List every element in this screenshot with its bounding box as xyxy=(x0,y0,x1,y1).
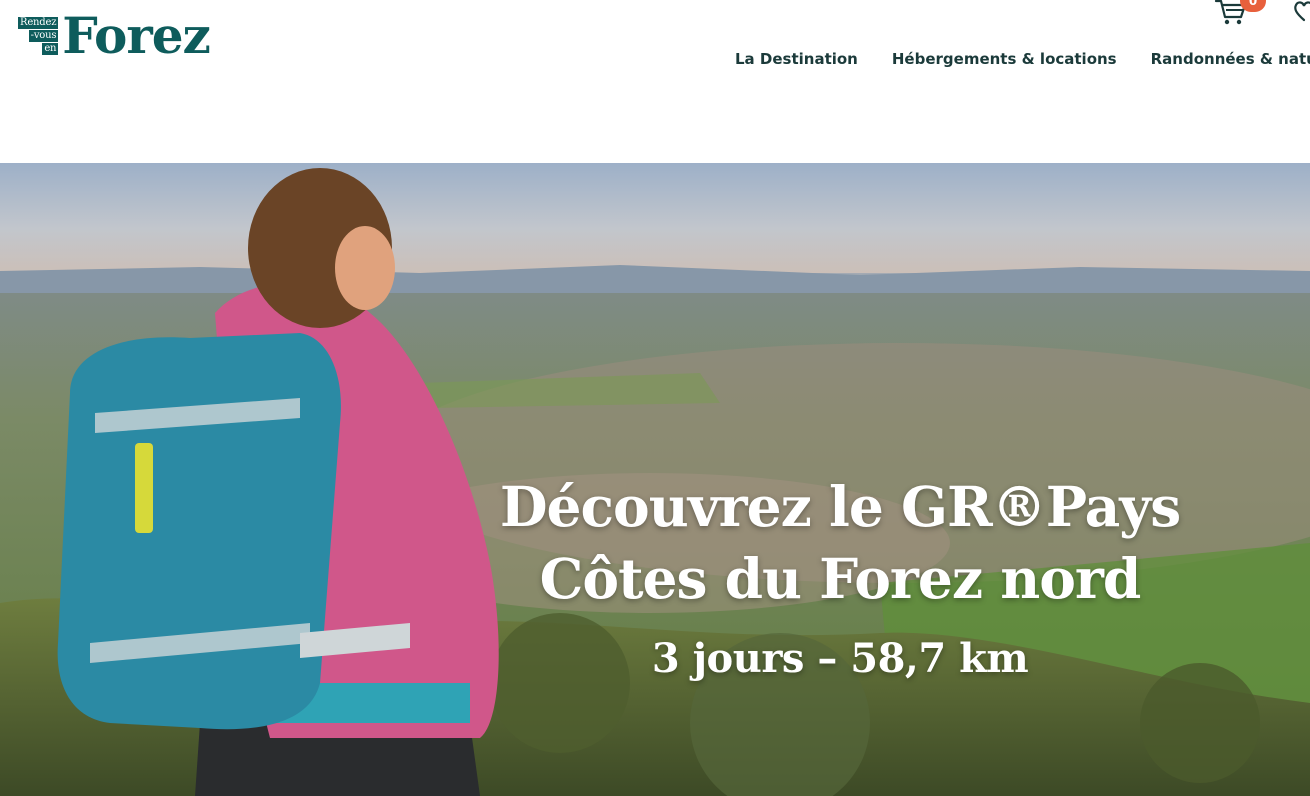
logo-tag-line1: Rendez xyxy=(18,17,59,29)
nav-item-destination[interactable]: La Destination xyxy=(735,48,858,70)
logo-tagline: Rendez -vous en xyxy=(18,17,59,55)
hero-title-line1: Découvrez le GR®Pays xyxy=(499,474,1181,539)
nav-item-randonnees[interactable]: Randonnées & nature xyxy=(1151,48,1310,70)
site-logo[interactable]: Rendez -vous en Forez xyxy=(18,6,211,65)
site-header: Rendez -vous en Forez La Destination Héb… xyxy=(0,0,1310,163)
hero-banner[interactable]: Découvrez le GR®Pays Côtes du Forez nord… xyxy=(0,163,1310,796)
hero-title-line2: Côtes du Forez nord xyxy=(539,546,1142,611)
hero-text-block: Découvrez le GR®Pays Côtes du Forez nord… xyxy=(460,471,1220,683)
heart-icon[interactable] xyxy=(1292,0,1310,26)
nav-item-hebergements[interactable]: Hébergements & locations xyxy=(892,48,1117,70)
logo-tag-line2: -vous xyxy=(28,30,59,42)
hero-title: Découvrez le GR®Pays Côtes du Forez nord xyxy=(460,471,1220,615)
logo-wordmark: Forez xyxy=(62,6,211,65)
hero-subtitle: 3 jours – 58,7 km xyxy=(651,635,1029,682)
main-nav: La Destination Hébergements & locations … xyxy=(735,48,1310,70)
logo-tag-line3: en xyxy=(42,43,59,55)
